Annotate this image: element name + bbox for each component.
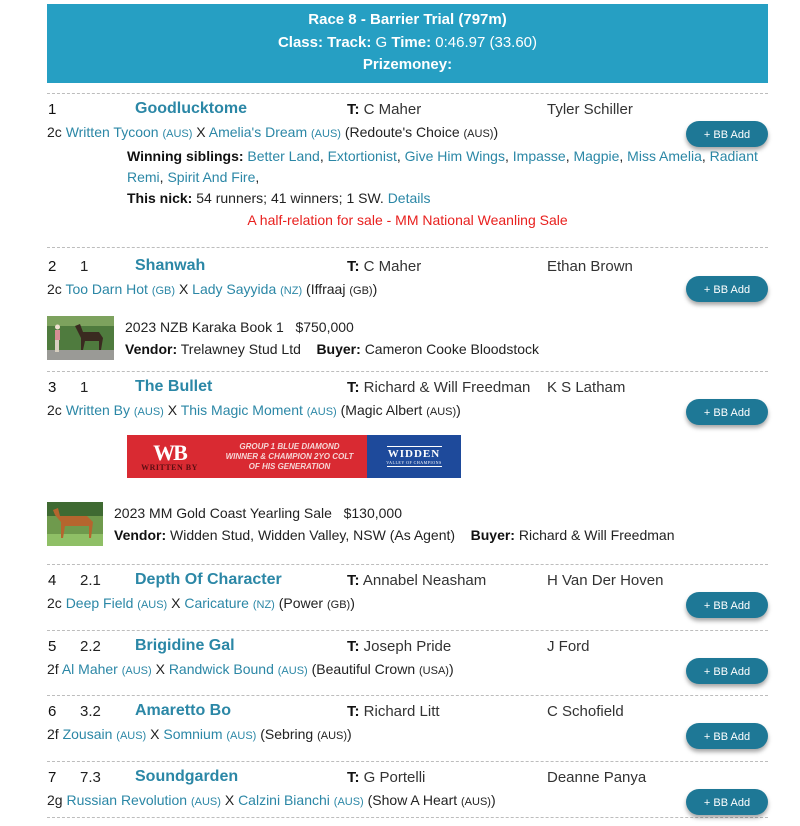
sibling-link[interactable]: Miss Amelia xyxy=(627,148,702,164)
finish-position: 1 xyxy=(48,101,57,118)
horse-name-link[interactable]: Amaretto Bo xyxy=(135,702,231,720)
jockey: Ethan Brown xyxy=(547,258,633,275)
dam-link[interactable]: Amelia's Dream xyxy=(209,124,307,140)
sire-link[interactable]: Written Tycoon xyxy=(66,124,159,140)
margin: 1 xyxy=(80,379,89,396)
jockey: Deanne Panya xyxy=(547,769,647,786)
jockey: H Van Der Hoven xyxy=(547,572,664,589)
sire-link[interactable]: Deep Field xyxy=(66,595,134,611)
runner-row: 2 1 Shanwah T: C Maher Ethan Brown 2c To… xyxy=(47,247,768,371)
sibling-link[interactable]: Extortionist xyxy=(328,148,397,164)
sale-name: 2023 NZB Karaka Book 1 $750,000 xyxy=(125,319,354,335)
bb-add-button[interactable]: + BB Add xyxy=(686,723,768,749)
race-prizemoney: Prizemoney: xyxy=(362,56,453,73)
sale-parties: Vendor: Widden Stud, Widden Valley, NSW … xyxy=(114,527,675,543)
half-relation-sale-link[interactable]: A half-relation for sale - MM National W… xyxy=(47,209,768,231)
trainer: T: Annabel Neasham xyxy=(347,572,487,589)
horse-photo[interactable] xyxy=(47,502,103,546)
bb-add-button[interactable]: + BB Add xyxy=(686,121,768,147)
trainer: T: Joseph Pride xyxy=(347,638,452,655)
trainer: T: C Maher xyxy=(347,101,422,118)
finish-position: 2 xyxy=(48,258,57,275)
widden-logo: WIDDEN VALLEY OF CHAMPIONS xyxy=(367,435,461,478)
trainer: T: Richard Litt xyxy=(347,703,440,720)
jockey: Tyler Schiller xyxy=(547,101,633,118)
margin: 2.1 xyxy=(80,572,101,589)
pedigree: 2f Al Maher (AUS) X Randwick Bound (AUS)… xyxy=(47,661,454,677)
trainer: T: G Portelli xyxy=(347,769,426,786)
runner-row: 4 2.1 Depth Of Character T: Annabel Neas… xyxy=(47,564,768,630)
finish-position: 5 xyxy=(48,638,57,655)
margin: 7.3 xyxy=(80,769,101,786)
stallion-ad-banner[interactable]: WB WRITTEN BY GROUP 1 BLUE DIAMOND WINNE… xyxy=(127,435,461,478)
margin: 3.2 xyxy=(80,703,101,720)
finish-position: 7 xyxy=(48,769,57,786)
sire-link[interactable]: Zousain xyxy=(63,726,113,742)
pedigree: 2c Written By (AUS) X This Magic Moment … xyxy=(47,402,461,418)
sibling-link[interactable]: Impasse xyxy=(513,148,566,164)
sale-record: 2023 MM Gold Coast Yearling Sale $130,00… xyxy=(47,502,768,546)
dam-link[interactable]: Calzini Bianchi xyxy=(238,792,330,808)
sibling-link[interactable]: Give Him Wings xyxy=(405,148,505,164)
sibling-link[interactable]: Magpie xyxy=(573,148,619,164)
sibling-link[interactable]: Spirit And Fire xyxy=(167,169,255,185)
finish-position: 6 xyxy=(48,703,57,720)
jockey: K S Latham xyxy=(547,379,626,396)
horse-name-link[interactable]: The Bullet xyxy=(135,378,212,396)
nick-stats: This nick: 54 runners; 41 winners; 1 SW.… xyxy=(127,190,431,206)
pedigree: 2f Zousain (AUS) X Somnium (AUS) (Sebrin… xyxy=(47,726,352,742)
race-info: Class: Track: G Time: 0:46.97 (33.60) xyxy=(277,33,538,51)
pedigree: 2c Written Tycoon (AUS) X Amelia's Dream… xyxy=(47,124,499,140)
horse-name-link[interactable]: Shanwah xyxy=(135,257,205,275)
sale-record: 2023 NZB Karaka Book 1 $750,000 Vendor: … xyxy=(47,316,768,360)
dam-link[interactable]: This Magic Moment xyxy=(181,402,303,418)
finish-position: 4 xyxy=(48,572,57,589)
margin: 1 xyxy=(80,258,89,275)
winning-siblings: Winning siblings: Better Land, Extortion… xyxy=(127,148,758,185)
sire-link[interactable]: Written By xyxy=(66,402,130,418)
margin: 2.2 xyxy=(80,638,101,655)
sire-link[interactable]: Al Maher xyxy=(62,661,118,677)
pedigree: 2g Russian Revolution (AUS) X Calzini Bi… xyxy=(47,792,496,808)
pedigree: 2c Deep Field (AUS) X Caricature (NZ) (P… xyxy=(47,595,355,611)
horse-name-link[interactable]: Brigidine Gal xyxy=(135,637,235,655)
banner-message: GROUP 1 BLUE DIAMOND WINNER & CHAMPION 2… xyxy=(225,441,354,471)
horse-name-link[interactable]: Depth Of Character xyxy=(135,571,282,589)
details-link[interactable]: Details xyxy=(388,190,431,206)
finish-position: 3 xyxy=(48,379,57,396)
jockey: J Ford xyxy=(547,638,590,655)
runner-row: 1 Goodlucktome T: C Maher Tyler Schiller… xyxy=(47,93,768,247)
runner-row: 6 3.2 Amaretto Bo T: Richard Litt C Scho… xyxy=(47,695,768,761)
runner-row: 7 7.3 Soundgarden T: G Portelli Deanne P… xyxy=(47,761,768,818)
dam-link[interactable]: Randwick Bound xyxy=(169,661,274,677)
race-header: Race 8 - Barrier Trial (797m) Class: Tra… xyxy=(47,4,768,83)
sire-link[interactable]: Russian Revolution xyxy=(66,792,187,808)
runner-row: 5 2.2 Brigidine Gal T: Joseph Pride J Fo… xyxy=(47,630,768,695)
bb-add-button[interactable]: + BB Add xyxy=(686,592,768,618)
race-results: Race 8 - Barrier Trial (797m) Class: Tra… xyxy=(47,4,768,818)
sale-name: 2023 MM Gold Coast Yearling Sale $130,00… xyxy=(114,505,402,521)
dam-link[interactable]: Somnium xyxy=(163,726,222,742)
dam-link[interactable]: Caricature xyxy=(184,595,249,611)
bb-add-button[interactable]: + BB Add xyxy=(686,276,768,302)
horse-name-link[interactable]: Soundgarden xyxy=(135,768,238,786)
race-title: Race 8 - Barrier Trial (797m) xyxy=(308,11,507,28)
horse-photo[interactable] xyxy=(47,316,114,360)
bb-add-button[interactable]: + BB Add xyxy=(686,789,768,815)
horse-name-link[interactable]: Goodlucktome xyxy=(135,100,247,118)
dam-link[interactable]: Lady Sayyida xyxy=(192,281,276,297)
pedigree: 2c Too Darn Hot (GB) X Lady Sayyida (NZ)… xyxy=(47,281,378,297)
bb-add-button[interactable]: + BB Add xyxy=(686,658,768,684)
written-by-logo: WB WRITTEN BY xyxy=(141,439,198,472)
trainer: T: C Maher xyxy=(347,258,422,275)
sibling-link[interactable]: Better Land xyxy=(247,148,319,164)
trainer: T: Richard & Will Freedman xyxy=(347,379,531,396)
jockey: C Schofield xyxy=(547,703,624,720)
sire-link[interactable]: Too Darn Hot xyxy=(65,281,147,297)
bb-add-button[interactable]: + BB Add xyxy=(686,399,768,425)
runner-row: 3 1 The Bullet T: Richard & Will Freedma… xyxy=(47,371,768,564)
sale-parties: Vendor: Trelawney Stud Ltd Buyer: Camero… xyxy=(125,341,539,357)
